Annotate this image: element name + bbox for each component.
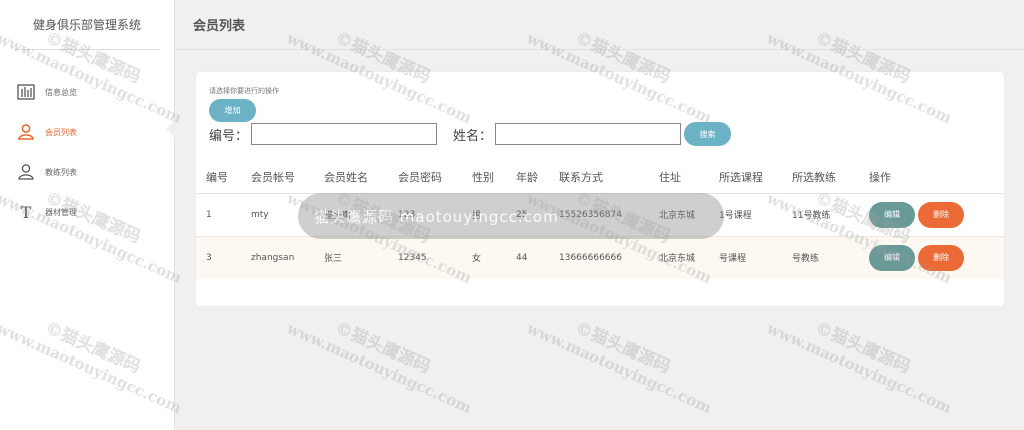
edit-button[interactable]: 编辑 <box>869 244 915 271</box>
column-header: 住址 <box>649 161 709 194</box>
cell-phone: 13666666666 <box>549 236 649 279</box>
column-header: 所选教练 <box>782 161 859 194</box>
column-header: 编号 <box>196 161 241 194</box>
delete-button[interactable]: 删除 <box>918 244 964 271</box>
cell-age: 25 <box>506 193 549 237</box>
name-search-input[interactable] <box>495 123 682 145</box>
sidebar-item-label: 会员列表 <box>45 127 77 137</box>
name-label: 姓名： <box>453 128 493 144</box>
header: 会员列表 <box>175 0 1024 50</box>
cell-name: 张三 <box>314 236 388 279</box>
operation-hint: 请选择你要进行的操作 <box>209 87 279 95</box>
table-header-row: 编号 会员帐号 会员姓名 会员密码 性别 年龄 联系方式 住址 所选课程 所选教… <box>196 161 1004 194</box>
sidebar-nav: 信息总览 会员列表 教练列表 T 器材管理 <box>0 72 175 232</box>
watermark: ©猫头鹰源码 www.maotouyingcc.com <box>764 317 955 418</box>
user-outline-icon <box>17 163 35 181</box>
column-header: 年龄 <box>506 161 549 194</box>
page-title: 会员列表 <box>193 19 246 34</box>
cell-course: 号课程 <box>709 236 782 279</box>
column-header: 会员帐号 <box>241 161 314 194</box>
app-title: 健身俱乐部管理系统 <box>14 0 160 50</box>
cell-address: 北京东城 <box>649 193 709 237</box>
search-button[interactable]: 搜索 <box>684 122 732 146</box>
cell-coach: 11号教练 <box>782 193 859 237</box>
user-icon <box>17 123 35 141</box>
sidebar-item-members[interactable]: 会员列表 <box>0 112 175 152</box>
column-header: 性别 <box>462 161 506 194</box>
watermark: ©猫头鹰源码 www.maotouyingcc.com <box>524 317 715 418</box>
member-table: 编号 会员帐号 会员姓名 会员密码 性别 年龄 联系方式 住址 所选课程 所选教… <box>196 161 1004 279</box>
cell-account: mty <box>241 193 314 237</box>
sidebar-item-label: 教练列表 <box>45 167 77 177</box>
letter-t-icon: T <box>17 203 35 221</box>
sidebar-item-coaches[interactable]: 教练列表 <box>0 152 175 192</box>
cell-id: 3 <box>196 236 241 279</box>
column-header: 联系方式 <box>549 161 649 194</box>
cell-password: 12345 <box>388 236 462 279</box>
cell-phone: 15526356874 <box>549 193 649 237</box>
cell-actions: 编辑 删除 <box>859 236 1004 279</box>
delete-button[interactable]: 删除 <box>918 201 964 228</box>
cell-age: 44 <box>506 236 549 279</box>
member-list-card: 请选择你要进行的操作 增加 编号： 姓名： 搜索 编号 会员帐号 会员姓名 会员… <box>196 72 1004 306</box>
table-row: 3 zhangsan 张三 12345 女 44 13666666666 北京东… <box>196 236 1004 279</box>
cell-gender: 女 <box>462 236 506 279</box>
id-search-input[interactable] <box>251 123 438 145</box>
table-row: 1 mty 猫头鹰 123 男 25 15526356874 北京东城 1号课程… <box>196 193 1004 237</box>
cell-course: 1号课程 <box>709 193 782 237</box>
sidebar-item-equipment[interactable]: T 器材管理 <box>0 192 175 232</box>
sidebar-item-label: 器材管理 <box>45 207 77 217</box>
sidebar-item-overview[interactable]: 信息总览 <box>0 72 175 112</box>
cell-coach: 号教练 <box>782 236 859 279</box>
sidebar-item-label: 信息总览 <box>45 87 77 97</box>
cell-name: 猫头鹰 <box>314 193 388 237</box>
chart-bars-icon <box>17 83 35 101</box>
watermark: ©猫头鹰源码 www.maotouyingcc.com <box>284 317 475 418</box>
column-header: 会员密码 <box>388 161 462 194</box>
column-header: 操作 <box>859 161 1004 194</box>
cell-gender: 男 <box>462 193 506 237</box>
column-header: 所选课程 <box>709 161 782 194</box>
cell-id: 1 <box>196 193 241 237</box>
cell-password: 123 <box>388 193 462 237</box>
cell-address: 北京东城 <box>649 236 709 279</box>
search-bar: 编号： 姓名： 搜索 <box>209 122 732 146</box>
sidebar: 健身俱乐部管理系统 信息总览 会员列表 教练列表 T 器材管理 <box>0 0 175 430</box>
edit-button[interactable]: 编辑 <box>869 201 915 228</box>
svg-text:T: T <box>21 203 32 221</box>
id-label: 编号： <box>209 128 249 144</box>
cell-actions: 编辑 删除 <box>859 193 1004 237</box>
column-header: 会员姓名 <box>314 161 388 194</box>
active-indicator <box>166 120 175 138</box>
cell-account: zhangsan <box>241 236 314 279</box>
add-button[interactable]: 增加 <box>209 99 256 122</box>
